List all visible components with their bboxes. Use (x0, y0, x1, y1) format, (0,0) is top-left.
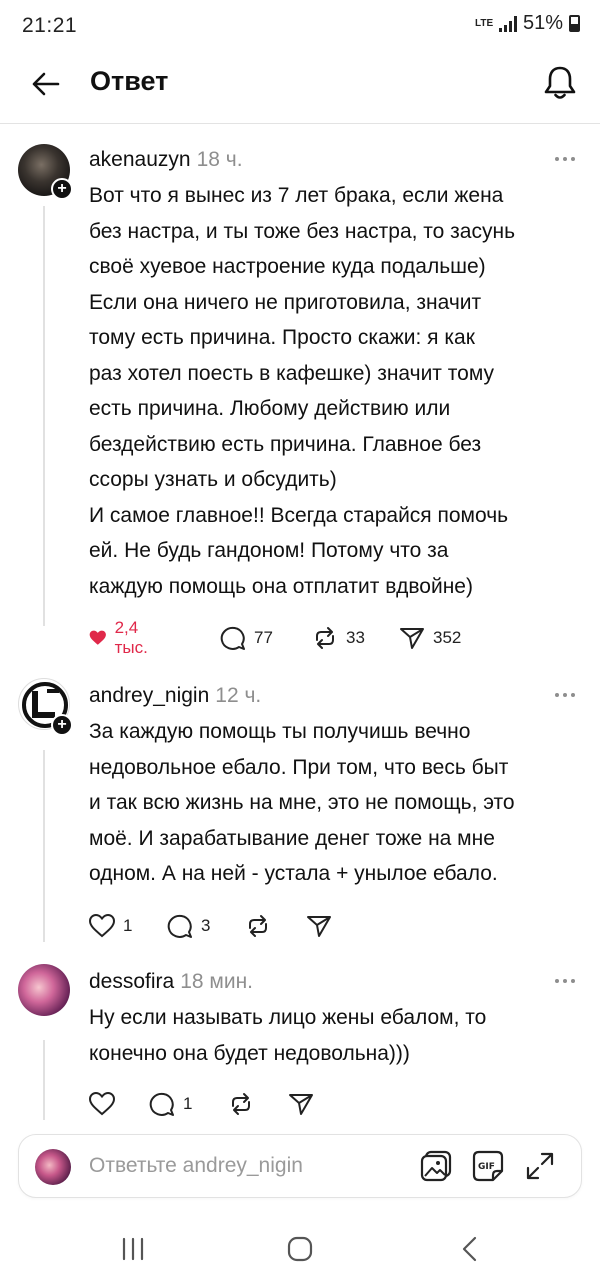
back-arrow-icon[interactable] (28, 66, 64, 102)
status-bar: 21:21 LTE 51% (0, 0, 600, 52)
post-time: 18 ч. (196, 148, 243, 171)
follow-plus-icon[interactable]: + (51, 714, 73, 736)
post-text: За каждую помощь ты получишь вечно недово… (89, 720, 515, 885)
expand-icon[interactable] (523, 1149, 557, 1183)
comment-count: 3 (201, 916, 211, 935)
avatar[interactable] (18, 964, 70, 1016)
back-nav-icon[interactable] (455, 1234, 485, 1264)
battery-level: 51% (522, 12, 563, 34)
like-count: 2,4 тыс. (114, 618, 148, 657)
thread-line (43, 750, 45, 942)
username[interactable]: andrey_nigin (89, 684, 209, 707)
post-paragraph-2: Если она ничего не приготовила, значит то… (89, 290, 494, 492)
post-paragraph-1: Вот что я вынес из 7 лет брака, если жен… (89, 184, 516, 278)
post-akenauzyn: + akenauzyn 18 ч. Вот что я вынес из 7 ле… (0, 124, 600, 664)
share-button[interactable] (288, 1090, 314, 1118)
post-text: Ну если называть лицо жены ебалом, то кон… (89, 1006, 487, 1065)
username[interactable]: dessofira (89, 970, 174, 993)
post-header: akenauzyn 18 ч. (89, 148, 243, 172)
follow-plus-icon[interactable]: + (51, 178, 73, 200)
username[interactable]: akenauzyn (89, 148, 191, 171)
share-count: 352 (433, 628, 462, 647)
home-icon[interactable] (285, 1234, 315, 1264)
repost-icon (232, 1093, 250, 1115)
post-header: dessofira 18 мин. (89, 970, 253, 994)
repost-icon (316, 627, 334, 649)
share-icon (400, 628, 424, 649)
comment-icon (220, 626, 245, 650)
comment-button[interactable]: 3 (167, 912, 210, 940)
post-time: 18 мин. (180, 970, 254, 993)
signal-icon (498, 15, 517, 32)
gif-icon[interactable]: GIF (471, 1149, 505, 1183)
comment-icon (167, 914, 192, 938)
heart-icon (89, 914, 115, 938)
share-icon (307, 916, 331, 937)
post-text: Вот что я вынес из 7 лет брака, если жен… (89, 178, 589, 604)
my-avatar (35, 1149, 71, 1185)
reply-input[interactable]: Ответьте andrey_nigin (89, 1154, 303, 1178)
battery-icon (569, 15, 580, 32)
system-nav-bar (0, 1212, 600, 1286)
like-button[interactable]: 2,4 тыс. (89, 618, 156, 657)
like-button[interactable] (89, 1090, 115, 1118)
post-paragraph-3: И самое главное!! Всегда старайся помочь… (89, 503, 509, 598)
reply-composer[interactable]: Ответьте andrey_nigin GIF (18, 1134, 582, 1198)
like-button[interactable]: 1 (89, 912, 132, 940)
share-button[interactable]: 352 (399, 624, 461, 652)
share-icon (289, 1094, 313, 1115)
like-count: 1 (123, 916, 133, 935)
comment-button[interactable]: 1 (149, 1090, 192, 1118)
post-dessofira: dessofira 18 мин. Ну если называть лицо ж… (0, 950, 600, 1130)
gif-label: GIF (478, 1162, 495, 1172)
repost-button[interactable] (245, 912, 271, 940)
post-andrey-nigin: + andrey_nigin 12 ч. За каждую помощь ты … (0, 664, 600, 950)
network-type: LTE (474, 18, 494, 29)
status-time: 21:21 (22, 14, 78, 37)
repost-icon (249, 915, 267, 937)
repost-button[interactable]: 33 (312, 624, 365, 652)
comment-icon (149, 1092, 174, 1116)
heart-icon (89, 1092, 115, 1116)
page-title: Ответ (90, 66, 169, 96)
share-button[interactable] (306, 912, 332, 940)
comment-count: 77 (254, 628, 273, 647)
bell-icon[interactable] (540, 62, 580, 102)
thread-line (43, 1040, 45, 1120)
more-icon[interactable] (554, 978, 576, 984)
more-icon[interactable] (554, 692, 576, 698)
thread-line (43, 206, 45, 626)
status-indicators: LTE 51% (475, 12, 580, 35)
recent-apps-icon[interactable] (118, 1234, 148, 1264)
repost-button[interactable] (228, 1090, 254, 1118)
image-icon[interactable] (419, 1149, 453, 1183)
heart-icon (89, 630, 106, 645)
repost-count: 33 (346, 628, 365, 647)
comment-count: 1 (183, 1094, 193, 1113)
more-icon[interactable] (554, 156, 576, 162)
post-time: 12 ч. (215, 684, 262, 707)
post-header: andrey_nigin 12 ч. (89, 684, 261, 708)
comment-button[interactable]: 77 (220, 624, 273, 652)
app-header: Ответ (0, 52, 600, 124)
